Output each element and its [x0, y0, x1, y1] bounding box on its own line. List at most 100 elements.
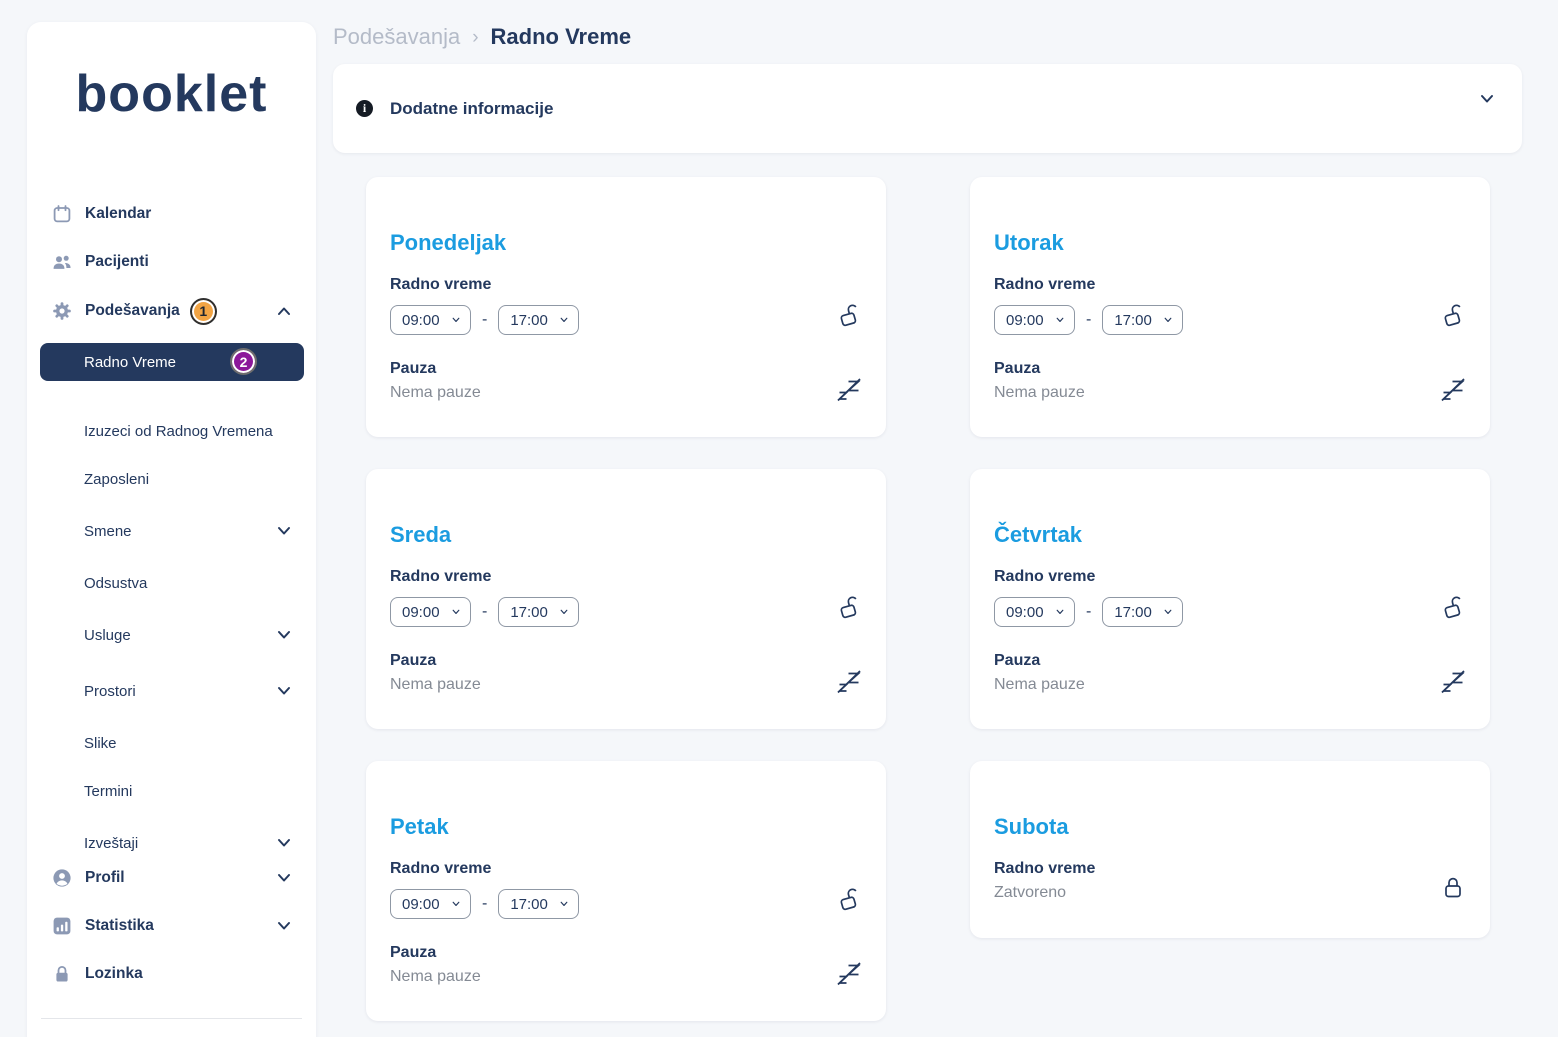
- sidebar-item-radno-vreme[interactable]: Radno Vreme 2: [40, 343, 304, 381]
- time-from-select[interactable]: 09:00: [390, 305, 471, 335]
- sidebar-item-odsustva[interactable]: Odsustva: [84, 570, 300, 596]
- break-value: Nema pauze: [390, 384, 481, 402]
- closed-status: Zatvoreno: [994, 884, 1066, 902]
- sidebar-item-slike[interactable]: Slike: [84, 730, 300, 756]
- time-to-select[interactable]: 17:00: [1102, 597, 1183, 627]
- unlock-icon[interactable]: [1438, 301, 1468, 331]
- chevron-down-icon: [277, 871, 291, 885]
- working-hours-label: Radno vreme: [994, 276, 1095, 294]
- chevron-down-icon: [277, 524, 291, 538]
- sidebar-item-zaposleni[interactable]: Zaposleni: [84, 466, 300, 492]
- unlock-icon[interactable]: [834, 885, 864, 915]
- unlock-icon[interactable]: [834, 593, 864, 623]
- time-to-value: 17:00: [510, 604, 548, 621]
- day-card-petak: Petak Radno vreme 09:00 - 17:00 Pauza Ne…: [366, 761, 886, 1021]
- sidebar-divider: [41, 1018, 302, 1019]
- break-label: Pauza: [390, 944, 436, 962]
- sidebar-item-smene[interactable]: Smene: [84, 518, 300, 544]
- chevron-down-icon[interactable]: [1479, 92, 1495, 106]
- day-card-cetvrtak: Četvrtak Radno vreme 09:00 - 17:00 Pauza…: [970, 469, 1490, 729]
- profile-icon: [52, 868, 72, 888]
- no-break-icon[interactable]: [1438, 375, 1468, 405]
- breadcrumb-parent[interactable]: Podešavanja: [333, 24, 460, 50]
- chevron-down-icon: [277, 919, 291, 933]
- day-title: Ponedeljak: [390, 230, 506, 256]
- no-break-icon[interactable]: [834, 667, 864, 697]
- sidebar-item-lozinka[interactable]: Lozinka: [52, 960, 300, 988]
- app-window: booklet Kalendar Pacijenti: [0, 0, 1558, 1037]
- sidebar-item-label: Smene: [84, 523, 132, 540]
- time-to-select[interactable]: 17:00: [1102, 305, 1183, 335]
- sidebar-item-profil[interactable]: Profil: [52, 864, 300, 892]
- chevron-down-icon: [277, 628, 291, 642]
- time-from-value: 09:00: [1006, 312, 1044, 329]
- sidebar-item-label: Pacijenti: [85, 253, 149, 271]
- unlock-icon[interactable]: [834, 301, 864, 331]
- sidebar-item-label: Radno Vreme: [84, 354, 176, 371]
- range-dash: -: [482, 603, 487, 621]
- day-title: Sreda: [390, 522, 451, 548]
- sidebar-item-label: Zaposleni: [84, 471, 149, 488]
- sidebar-item-label: Usluge: [84, 627, 131, 644]
- sidebar-item-label: Podešavanja: [85, 302, 180, 320]
- sidebar-item-kalendar[interactable]: Kalendar: [52, 200, 300, 228]
- unlock-icon[interactable]: [1438, 593, 1468, 623]
- lock-icon[interactable]: [1438, 873, 1468, 903]
- additional-info-panel[interactable]: i Dodatne informacije: [333, 64, 1522, 153]
- time-to-value: 17:00: [1114, 312, 1152, 329]
- step-annotation-badge: 2: [230, 348, 257, 375]
- chevron-down-icon: [277, 836, 291, 850]
- no-break-icon[interactable]: [1438, 667, 1468, 697]
- no-break-icon[interactable]: [834, 959, 864, 989]
- info-panel-title: Dodatne informacije: [390, 99, 553, 119]
- time-from-select[interactable]: 09:00: [390, 889, 471, 919]
- chevron-down-icon: [451, 900, 461, 908]
- chevron-down-icon: [1163, 316, 1173, 324]
- chevron-down-icon: [277, 684, 291, 698]
- break-value: Nema pauze: [994, 676, 1085, 694]
- break-value: Nema pauze: [994, 384, 1085, 402]
- chevron-down-icon: [451, 608, 461, 616]
- break-value: Nema pauze: [390, 676, 481, 694]
- time-from-value: 09:00: [1006, 604, 1044, 621]
- sidebar-item-label: Slike: [84, 735, 117, 752]
- sidebar-item-label: Statistika: [85, 917, 154, 935]
- sidebar-item-podesavanja[interactable]: Podešavanja 1: [52, 297, 300, 325]
- break-label: Pauza: [994, 652, 1040, 670]
- time-from-select[interactable]: 09:00: [994, 597, 1075, 627]
- working-hours-label: Radno vreme: [390, 860, 491, 878]
- time-to-select[interactable]: 17:00: [498, 597, 579, 627]
- sidebar-item-statistika[interactable]: Statistika: [52, 912, 300, 940]
- time-to-select[interactable]: 17:00: [498, 889, 579, 919]
- working-hours-label: Radno vreme: [390, 568, 491, 586]
- time-from-select[interactable]: 09:00: [390, 597, 471, 627]
- chevron-down-icon: [559, 316, 569, 324]
- break-label: Pauza: [390, 360, 436, 378]
- statistics-icon: [52, 916, 72, 936]
- break-label: Pauza: [994, 360, 1040, 378]
- range-dash: -: [482, 895, 487, 913]
- range-dash: -: [482, 311, 487, 329]
- sidebar-item-label: Izuzeci od Radnog Vremena: [84, 423, 273, 440]
- working-hours-label: Radno vreme: [994, 568, 1095, 586]
- sidebar-item-usluge[interactable]: Usluge: [84, 622, 300, 648]
- range-dash: -: [1086, 311, 1091, 329]
- step-annotation-badge: 1: [190, 298, 217, 325]
- chevron-down-icon: [1055, 316, 1065, 324]
- breadcrumb: Podešavanja › Radno Vreme: [333, 24, 631, 50]
- info-icon: i: [356, 100, 373, 117]
- gear-icon: [52, 301, 72, 321]
- working-hours-label: Radno vreme: [994, 860, 1095, 878]
- breadcrumb-separator-icon: ›: [472, 25, 478, 49]
- no-break-icon[interactable]: [834, 375, 864, 405]
- sidebar-item-termini[interactable]: Termini: [84, 778, 300, 804]
- time-to-select[interactable]: 17:00: [498, 305, 579, 335]
- sidebar-item-izvestaji[interactable]: Izveštaji: [84, 830, 300, 856]
- sidebar-item-prostori[interactable]: Prostori: [84, 678, 300, 704]
- sidebar-item-pacijenti[interactable]: Pacijenti: [52, 248, 300, 276]
- time-from-select[interactable]: 09:00: [994, 305, 1075, 335]
- sidebar-item-label: Profil: [85, 869, 125, 887]
- time-from-value: 09:00: [402, 312, 440, 329]
- sidebar-item-izuzeci[interactable]: Izuzeci od Radnog Vremena: [84, 418, 300, 444]
- time-to-value: 17:00: [510, 896, 548, 913]
